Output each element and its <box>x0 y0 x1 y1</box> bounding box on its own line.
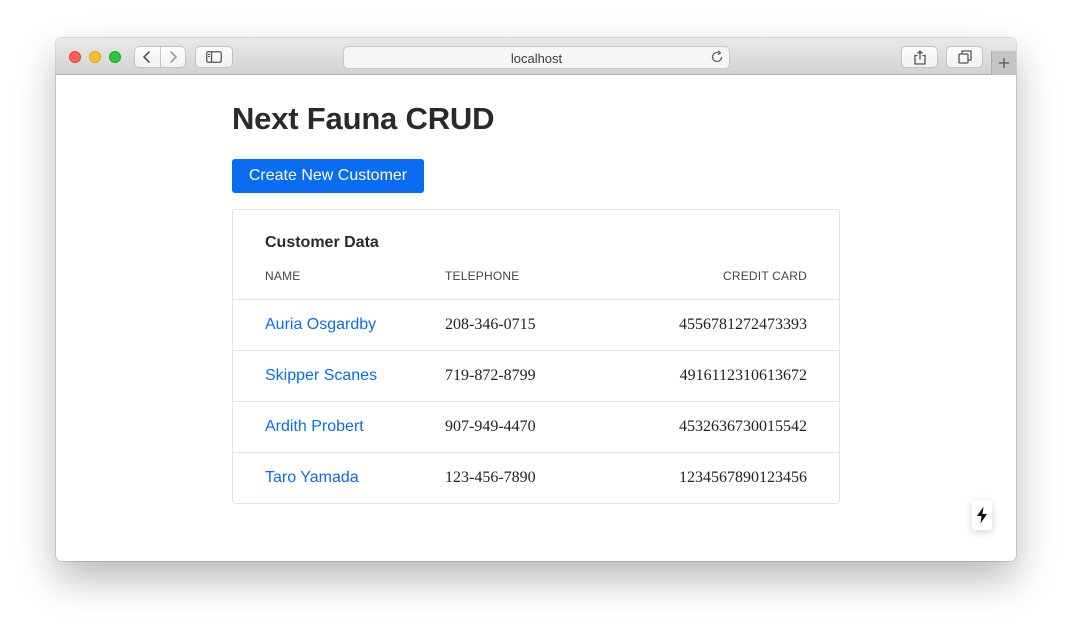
zoom-window-button[interactable] <box>109 51 121 63</box>
column-header-name: NAME <box>265 269 301 283</box>
sidebar-icon <box>206 51 222 63</box>
address-bar[interactable]: localhost <box>343 46 730 69</box>
page-title: Next Fauna CRUD <box>232 101 495 136</box>
chevron-right-icon <box>169 51 177 63</box>
table-row: Skipper Scanes 719-872-8799 491611231061… <box>233 350 839 401</box>
sidebar-toggle-button[interactable] <box>195 46 233 68</box>
customer-telephone: 208-346-0715 <box>445 316 536 333</box>
create-new-customer-button[interactable]: Create New Customer <box>232 159 424 193</box>
customer-telephone: 719-872-8799 <box>445 367 536 384</box>
close-window-button[interactable] <box>69 51 81 63</box>
chevron-left-icon <box>143 51 151 63</box>
customer-credit-card: 4916112310613672 <box>679 367 807 384</box>
url-text: localhost <box>510 51 563 66</box>
browser-window: localhost Next Fauna CRUD Create New Cus… <box>56 38 1016 561</box>
lightning-bolt-icon <box>977 506 987 524</box>
table-row: Ardith Probert 907-949-4470 453263673001… <box>233 401 839 452</box>
share-button[interactable] <box>901 46 938 68</box>
tabs-overview-icon <box>957 50 972 64</box>
customer-name-link[interactable]: Auria Osgardby <box>265 316 376 334</box>
table-row: Taro Yamada 123-456-7890 123456789012345… <box>233 452 839 503</box>
share-icon <box>913 49 926 65</box>
plus-icon <box>999 58 1009 68</box>
column-header-credit-card: CREDIT CARD <box>723 269 807 283</box>
customer-name-link[interactable]: Skipper Scanes <box>265 367 377 385</box>
customer-name-link[interactable]: Taro Yamada <box>265 469 359 487</box>
customer-telephone: 123-456-7890 <box>445 469 536 486</box>
navigation-buttons <box>134 46 186 68</box>
customer-credit-card: 4556781272473393 <box>679 316 807 333</box>
page-content: Next Fauna CRUD Create New Customer Cust… <box>56 75 1016 561</box>
new-tab-button[interactable] <box>991 51 1016 75</box>
customer-telephone: 907-949-4470 <box>445 418 536 435</box>
column-header-telephone: TELEPHONE <box>445 269 520 283</box>
dev-build-indicator[interactable] <box>972 500 992 530</box>
minimize-window-button[interactable] <box>89 51 101 63</box>
back-button[interactable] <box>135 47 160 67</box>
customer-name-link[interactable]: Ardith Probert <box>265 418 364 436</box>
tab-overview-button[interactable] <box>946 46 983 68</box>
reload-icon <box>711 50 723 63</box>
reload-button[interactable] <box>710 50 724 69</box>
customer-table-body: Auria Osgardby 208-346-0715 455678127247… <box>233 299 839 503</box>
customer-credit-card: 1234567890123456 <box>679 469 807 486</box>
customer-data-card: Customer Data NAME TELEPHONE CREDIT CARD… <box>232 209 840 504</box>
card-title: Customer Data <box>265 234 379 251</box>
table-row: Auria Osgardby 208-346-0715 455678127247… <box>233 299 839 350</box>
browser-toolbar: localhost <box>56 38 1016 75</box>
customer-credit-card: 4532636730015542 <box>679 418 807 435</box>
forward-button[interactable] <box>159 47 186 67</box>
